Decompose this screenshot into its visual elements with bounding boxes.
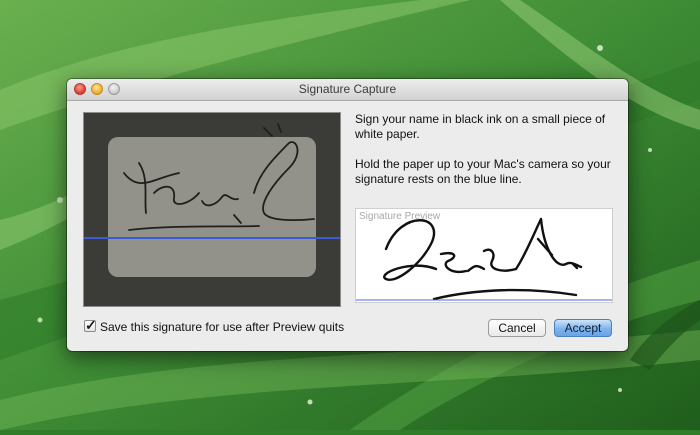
save-signature-checkbox[interactable]: ✓ (84, 317, 97, 333)
instruction-paper: Sign your name in black ink on a small p… (355, 112, 606, 141)
checkmark-icon: ✓ (85, 317, 97, 333)
camera-feed (83, 112, 341, 307)
cancel-button[interactable]: Cancel (488, 319, 546, 337)
signature-preview: Signature Preview (355, 208, 613, 303)
preview-signature-image (383, 217, 583, 301)
instruction-camera: Hold the paper up to your Mac's camera s… (355, 157, 611, 186)
instructions-text: Sign your name in black ink on a small p… (355, 112, 615, 202)
accept-button[interactable]: Accept (554, 319, 612, 337)
window-title: Signature Capture (298, 82, 397, 96)
save-signature-label[interactable]: Save this signature for use after Previe… (100, 320, 344, 334)
signature-capture-window: Signature Capture Sign your name in blac… (67, 79, 628, 351)
window-titlebar[interactable]: Signature Capture (67, 79, 628, 101)
